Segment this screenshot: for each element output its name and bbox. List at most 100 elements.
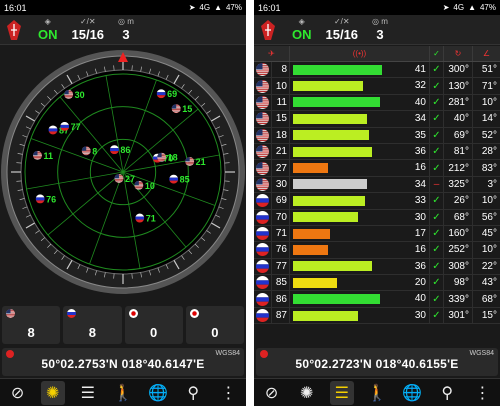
table-row[interactable]: 11 40 ✓ 281° 10° bbox=[254, 94, 500, 112]
satellite-prn-label: 11 bbox=[43, 151, 53, 161]
location-pin-icon[interactable]: ⚲ bbox=[435, 381, 459, 405]
globe-icon[interactable]: 🌐 bbox=[400, 381, 424, 405]
prn-cell: 21 bbox=[272, 143, 290, 160]
azimuth-cell: 40° bbox=[444, 111, 473, 127]
elevation-cell: 43° bbox=[481, 277, 497, 289]
radar-icon[interactable]: ✺ bbox=[295, 381, 319, 405]
satellite-marker[interactable]: 30 bbox=[64, 89, 85, 100]
clock: 16:01 bbox=[4, 2, 27, 13]
elevation-cell: 51° bbox=[481, 64, 497, 76]
check-slash-icon: ✓/✕ bbox=[333, 17, 350, 26]
us-flag-icon bbox=[254, 94, 272, 111]
table-row[interactable]: 70 30 ✓ 68° 56° bbox=[254, 209, 500, 226]
table-row[interactable]: 15 34 ✓ 40° 14° bbox=[254, 111, 500, 128]
table-row[interactable]: 8 41 ✓ 300° 51° bbox=[254, 62, 500, 79]
azimuth-cell: 98° bbox=[444, 275, 473, 291]
elevation-cell: 71° bbox=[481, 80, 497, 92]
elevation-icon[interactable]: ∠ bbox=[473, 46, 500, 61]
table-row[interactable]: 10 32 ✓ 130° 71° bbox=[254, 78, 500, 95]
signal-cell: 40 bbox=[290, 291, 430, 307]
snr-value: 41 bbox=[414, 64, 426, 75]
more-icon[interactable]: ⋮ bbox=[216, 381, 240, 405]
table-row[interactable]: 86 40 ✓ 339° 68° bbox=[254, 291, 500, 308]
satellite-flag-icon bbox=[81, 146, 91, 156]
signal-bars-icon[interactable]: ☰ bbox=[76, 381, 100, 405]
table-row[interactable]: 87 30 ✓ 301° 15° bbox=[254, 307, 500, 325]
table-row[interactable]: 77 36 ✓ 308° 22° bbox=[254, 258, 500, 276]
unused-dash-icon: – bbox=[430, 176, 444, 193]
app-logo-icon[interactable] bbox=[258, 18, 278, 42]
satellite-flag-icon bbox=[32, 150, 42, 160]
prn-cell: 27 bbox=[272, 160, 290, 176]
azimuth-cell: 308° bbox=[444, 258, 473, 275]
satellite-marker[interactable]: 27 bbox=[114, 173, 135, 184]
more-icon[interactable]: ⋮ bbox=[470, 381, 494, 405]
azimuth-cell: 252° bbox=[444, 242, 473, 258]
used-icon[interactable]: ✓ bbox=[430, 46, 444, 61]
gps-summary-bar: ◈ ON ✓/✕ 15/16 ◎ m 3 bbox=[254, 15, 500, 45]
azimuth-cell: 339° bbox=[444, 291, 473, 307]
signal-cell: 34 bbox=[290, 176, 430, 193]
satellite-marker[interactable]: 85 bbox=[169, 174, 190, 185]
satellite-marker[interactable]: 71 bbox=[135, 213, 156, 224]
radar-icon[interactable]: ✺ bbox=[40, 380, 65, 405]
status-bar: 16:01 ➤ 4G ▲ 47% bbox=[0, 0, 246, 15]
azimuth-icon[interactable]: ↻ bbox=[444, 46, 473, 61]
satellite-flag-icon bbox=[169, 174, 179, 184]
satellite-marker[interactable]: 21 bbox=[185, 156, 206, 167]
signal-bar bbox=[293, 310, 359, 321]
compass-icon[interactable]: ⊘ bbox=[260, 381, 284, 405]
table-row[interactable]: 30 34–325° 3° bbox=[254, 176, 500, 194]
walk-icon[interactable]: 🚶 bbox=[365, 381, 389, 405]
app-logo-icon[interactable] bbox=[4, 18, 24, 42]
satellite-marker[interactable]: 76 bbox=[35, 194, 57, 204]
used-check-icon: ✓ bbox=[430, 143, 444, 160]
sky-radar[interactable]: 3087776915118867670182710218571 bbox=[0, 45, 246, 300]
used-check-icon: ✓ bbox=[430, 225, 444, 242]
table-row[interactable]: 21 36 ✓ 81° 28° bbox=[254, 143, 500, 161]
prn-cell: 10 bbox=[272, 78, 290, 94]
prn-cell: 87 bbox=[272, 307, 290, 324]
jp-flag-icon bbox=[128, 309, 138, 318]
prn-cell: 15 bbox=[272, 111, 290, 127]
satellite-marker[interactable]: 18 bbox=[157, 152, 178, 163]
satellite-marker[interactable]: 86 bbox=[109, 145, 131, 155]
compass-icon[interactable]: ⊘ bbox=[6, 381, 30, 405]
used-check-icon: ✓ bbox=[430, 127, 444, 143]
prn-cell: 76 bbox=[272, 242, 290, 258]
snr-value: 36 bbox=[414, 260, 426, 272]
satellite-marker[interactable]: 10 bbox=[134, 180, 155, 191]
ru-flag-icon bbox=[254, 275, 272, 291]
table-row[interactable]: 18 35 ✓ 69° 52° bbox=[254, 127, 500, 144]
satellite-marker[interactable]: 69 bbox=[156, 89, 178, 99]
table-row[interactable]: 85 20 ✓ 98° 43° bbox=[254, 275, 500, 292]
signal-icon[interactable]: ((•)) bbox=[290, 46, 430, 61]
table-row[interactable]: 76 16 ✓ 252° 10° bbox=[254, 242, 500, 259]
table-row[interactable]: 71 17 ✓ 160° 45° bbox=[254, 225, 500, 243]
snr-value: 17 bbox=[414, 227, 426, 239]
signal-bar bbox=[293, 163, 328, 174]
prn-icon[interactable]: ✈ bbox=[254, 46, 290, 61]
satellite-marker[interactable]: 11 bbox=[32, 150, 53, 161]
table-row[interactable]: 69 33 ✓ 26° 10° bbox=[254, 193, 500, 210]
satellite-prn-label: 69 bbox=[167, 89, 177, 99]
table-row[interactable]: 27 16 ✓ 212° 83° bbox=[254, 160, 500, 177]
satellite-prn-label: 85 bbox=[180, 175, 190, 185]
signal-bar bbox=[293, 130, 370, 141]
satellite-marker[interactable]: 77 bbox=[60, 121, 81, 132]
signal-cell: 36 bbox=[290, 143, 430, 160]
signal-bar bbox=[293, 97, 381, 108]
elevation-cell: 3° bbox=[487, 178, 497, 190]
signal-table-screen: 16:01 ➤ 4G ▲ 47% ◈ ON ✓/✕ 15/16 ◎ m 3 ✈ … bbox=[254, 0, 500, 406]
signal-bar bbox=[293, 261, 372, 272]
battery-level: 47% bbox=[479, 3, 496, 12]
signal-bars-icon[interactable]: ☰ bbox=[329, 380, 354, 405]
azimuth-cell: 301° bbox=[444, 307, 473, 324]
jp-flag-icon bbox=[189, 309, 199, 318]
location-pin-icon[interactable]: ⚲ bbox=[181, 381, 205, 405]
satellite-marker[interactable]: 15 bbox=[171, 104, 193, 114]
signal-bar bbox=[293, 195, 365, 206]
globe-icon[interactable]: 🌐 bbox=[146, 381, 170, 405]
elevation-cell: 28° bbox=[481, 146, 497, 158]
walk-icon[interactable]: 🚶 bbox=[111, 381, 135, 405]
